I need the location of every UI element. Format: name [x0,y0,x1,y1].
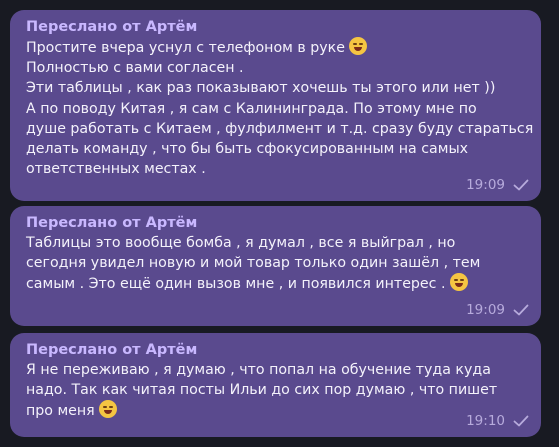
grinning-emoji [450,273,468,292]
message-bubble-1[interactable]: Переслано от Артём Простите вчера уснул … [10,10,541,201]
message-text-line: сегодня увидел новую и мой товар только … [26,255,481,272]
check-icon [513,304,529,316]
laughing-crying-emoji [349,37,368,55]
message-bubble-2[interactable]: Переслано от Артём Таблицы это вообще бо… [10,206,541,326]
message-bubble-3[interactable]: Переслано от Артём Я не переживаю , я ду… [10,333,541,437]
check-icon [513,179,529,191]
message-text-line: Полностью с вами согласен . [26,60,244,77]
message-time: 19:09 [466,177,505,193]
laughing-crying-emoji [99,400,118,419]
message-text-line: Я не переживаю , я думаю , что попал на … [26,362,491,378]
forwarded-from-label[interactable]: Переслано от Артём [26,340,525,360]
message-meta: 19:09 [466,302,529,318]
message-text-line: душе работать с Китаем , фулфилмент и т.… [26,120,534,137]
message-text-line: ответственных местах . [26,161,206,178]
message-text-line: делать команду , что бы быть сфокусирова… [26,141,469,158]
forwarded-from-label[interactable]: Переслано от Артём [26,17,525,37]
message-text-line: Эти таблицы , как раз показывают хочешь … [26,80,496,97]
message-time: 19:09 [466,302,505,318]
message-time: 19:10 [466,413,505,429]
message-text-line: А по поводу Китая , я сам с Калининграда… [26,100,477,117]
message-text-line: надо. Так как читая посты Ильи до сих по… [26,382,498,399]
check-icon [513,415,529,427]
message-meta: 19:10 [466,413,529,429]
message-text-line: про меня [26,400,525,421]
forwarded-from-label[interactable]: Переслано от Артём [26,213,525,233]
message-meta: 19:09 [466,177,529,193]
message-text-line: самым . Это ещё один вызов мне , и появи… [26,273,525,294]
message-text-line: Таблицы это вообще бомба , я думал , все… [26,235,456,251]
message-text-line: Простите вчера уснул с телефоном в руке [26,37,525,58]
